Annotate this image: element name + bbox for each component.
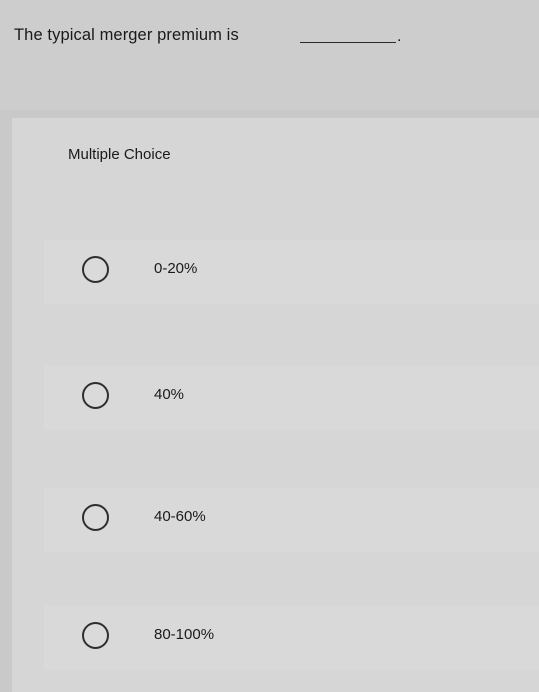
radio-button-icon[interactable] [82, 622, 109, 649]
option-label: 80-100% [154, 626, 215, 643]
panel-title: Multiple Choice [68, 146, 171, 163]
option-40-60[interactable]: 40-60% [44, 488, 539, 552]
option-label: 40% [154, 386, 185, 403]
question-text: The typical merger premium is [14, 26, 239, 44]
option-label: 0-20% [154, 260, 198, 277]
option-80-100[interactable]: 80-100% [44, 606, 539, 670]
radio-button-icon[interactable] [82, 256, 109, 283]
radio-button-icon[interactable] [82, 382, 109, 409]
question-period: . [397, 28, 402, 45]
option-0-20[interactable]: 0-20% [44, 240, 539, 304]
multiple-choice-panel: Multiple Choice 0-20% 40% 40-60% 80-100% [12, 118, 539, 692]
answer-blank [300, 42, 396, 43]
option-label: 40-60% [154, 508, 206, 525]
question-area: The typical merger premium is . [0, 0, 539, 110]
option-40[interactable]: 40% [44, 366, 539, 430]
radio-button-icon[interactable] [82, 504, 109, 531]
